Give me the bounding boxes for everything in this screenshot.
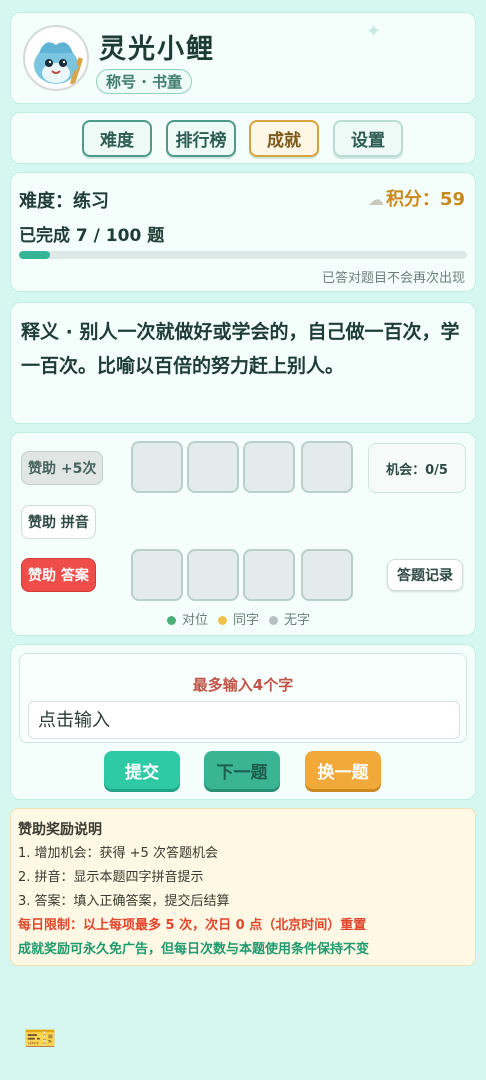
progress-text: 已完成 7 / 100 题 — [19, 226, 165, 246]
submit-button[interactable]: 提交 — [104, 751, 180, 789]
guess-slot — [187, 549, 239, 601]
definition-text: 释义 · 别人一次就做好或学会的，自己做一百次，学一百次。比喻以百倍的努力赶上别… — [21, 321, 460, 377]
ticket-icon: 🎫 — [24, 1024, 57, 1054]
progress-fill — [19, 251, 51, 259]
rule-line: 2. 拼音：显示本题四字拼音提示 — [18, 870, 204, 885]
title-badge: 称号 · 书童 — [96, 69, 193, 94]
gray-dot-icon — [269, 616, 279, 625]
game-card: 赞助 +5次 赞助 拼音 赞助 答案 机会：0/5 答题记录 对位 同字 无字 — [10, 432, 476, 636]
next-question-button[interactable]: 下一题 — [204, 751, 280, 789]
profile-card: 灵光小鲤 称号 · 书童 ✦ — [10, 12, 476, 104]
nav-bar: 难度 排行榜 成就 设置 — [10, 112, 476, 164]
guess-slot — [243, 549, 295, 601]
settings-button[interactable]: 设置 — [333, 120, 403, 157]
nickname: 灵光小鲤 — [99, 34, 215, 65]
guess-slot — [243, 441, 295, 493]
status-card: 难度：练习 ☁ 积分：59 已完成 7 / 100 题 已答对题目不会再次出现 — [10, 172, 476, 292]
help-answer-button[interactable]: 赞助 答案 — [21, 558, 96, 592]
answer-record-button[interactable]: 答题记录 — [387, 559, 463, 591]
score-display: ☁ 积分：59 — [368, 185, 465, 211]
definition-card: 释义 · 别人一次就做好或学会的，自己做一百次，学一百次。比喻以百倍的努力赶上别… — [10, 302, 476, 424]
avatar[interactable] — [23, 25, 89, 91]
daily-limit-text: 每日限制：以上每项最多 5 次，次日 0 点（北京时间）重置 — [18, 918, 367, 933]
input-card: 最多输入4个字 提交 下一题 换一题 — [10, 644, 476, 800]
legend: 对位 同字 无字 — [167, 609, 310, 628]
input-limit-text: 最多输入4个字 — [192, 676, 294, 694]
rules-title: 赞助奖励说明 — [18, 822, 102, 838]
rule-line: 1. 增加机会：获得 +5 次答题机会 — [18, 846, 218, 861]
guess-slot — [131, 441, 183, 493]
guess-slot — [131, 549, 183, 601]
swap-question-button[interactable]: 换一题 — [305, 751, 381, 789]
yellow-dot-icon — [218, 616, 228, 625]
difficulty-label: 难度：练习 — [19, 191, 109, 212]
ticket-icon: ✦ — [366, 21, 382, 42]
score-text: 积分：59 — [385, 189, 465, 210]
rule-line: 3. 答案：填入正确答案，提交后结算 — [18, 894, 230, 909]
guess-slot — [301, 441, 353, 493]
answer-input[interactable] — [28, 701, 460, 739]
ad-free-text: 成就奖励可永久免广告，但每日次数与本题使用条件保持不变 — [18, 942, 370, 957]
cloud-icon: ☁ — [367, 190, 384, 209]
chances-display: 机会：0/5 — [368, 443, 466, 493]
guess-slot — [301, 549, 353, 601]
progress-hint: 已答对题目不会再次出现 — [321, 271, 465, 286]
legend-correct: 对位 — [167, 609, 208, 628]
achievements-button[interactable]: 成就 — [249, 120, 319, 157]
green-dot-icon — [167, 616, 176, 625]
progress-bar — [19, 251, 467, 259]
legend-same: 同字 — [218, 609, 259, 628]
legend-none: 无字 — [269, 609, 310, 628]
fish-mascot-icon — [34, 42, 83, 85]
sponsor-rules: 赞助奖励说明 1. 增加机会：获得 +5 次答题机会 2. 拼音：显示本题四字拼… — [10, 808, 476, 966]
help-pinyin-button[interactable]: 赞助 拼音 — [21, 505, 96, 539]
leaderboard-button[interactable]: 排行榜 — [166, 120, 236, 157]
input-area: 最多输入4个字 — [19, 653, 467, 743]
difficulty-button[interactable]: 难度 — [82, 120, 152, 157]
guess-slot — [187, 441, 239, 493]
help-plus5-button[interactable]: 赞助 +5次 — [21, 451, 104, 485]
